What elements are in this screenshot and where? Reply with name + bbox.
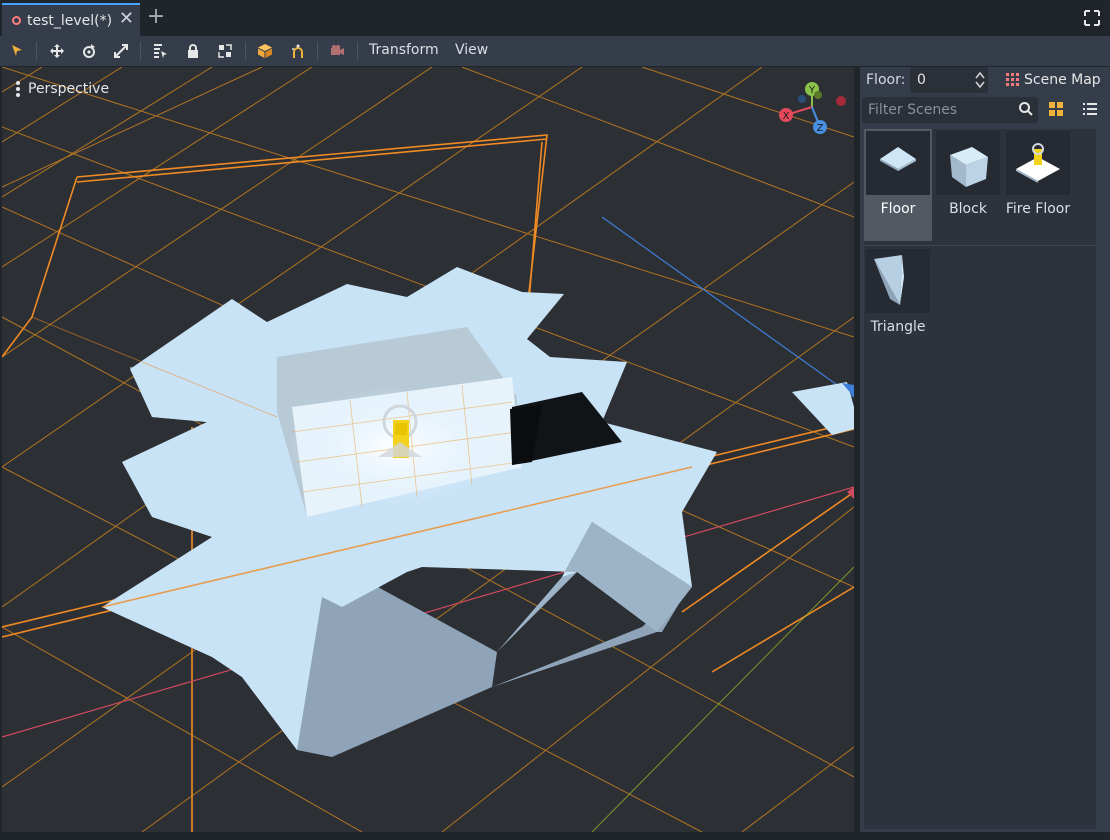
mesh-item-floor[interactable]: Floor — [864, 129, 932, 241]
mesh-item-triangle[interactable]: Triangle — [864, 247, 932, 359]
item-label: Block — [949, 201, 987, 217]
toolbar-separator — [245, 42, 246, 60]
scale-icon[interactable] — [111, 41, 131, 61]
camera-icon[interactable] — [327, 41, 347, 61]
filter-placeholder: Filter Scenes — [868, 102, 958, 118]
scene-map-label: Scene Map — [1024, 72, 1101, 88]
floor-value[interactable]: 0 — [917, 72, 926, 88]
transform-menu[interactable]: Transform — [369, 42, 439, 58]
scene-3d-icon — [12, 16, 21, 25]
scene-tab-label: test_level(*) — [27, 12, 113, 29]
floor-label: Floor: — [866, 72, 906, 88]
list-select-icon[interactable] — [150, 41, 170, 61]
z-axis-line — [601, 216, 854, 398]
3d-viewport[interactable]: Perspective Y X Z — [2, 67, 854, 832]
svg-text:X: X — [783, 111, 790, 122]
bottom-strip — [0, 832, 1110, 840]
spin-arrows-icon[interactable] — [975, 71, 985, 89]
row-separator — [864, 245, 1096, 246]
move-icon[interactable] — [47, 41, 67, 61]
orientation-gizmo[interactable]: Y X Z — [772, 79, 854, 149]
toolbar-separator — [36, 42, 37, 60]
triangle-thumbnail — [866, 249, 930, 313]
filter-scenes-input[interactable]: Filter Scenes — [862, 97, 1038, 123]
viewport-menu[interactable]: Perspective — [16, 79, 109, 99]
lock-icon[interactable] — [183, 41, 203, 61]
toolbar-separator — [357, 42, 358, 60]
mesh-item-fire-floor[interactable]: Fire Floor — [1004, 129, 1072, 241]
mesh-item-block[interactable]: Block — [934, 129, 1002, 241]
item-label: Floor — [880, 201, 916, 217]
view-menu[interactable]: View — [455, 42, 488, 58]
gridmap-palette: Floor: 0 Scene Map Filter Scenes Floor B… — [860, 67, 1110, 832]
item-label: Fire Floor — [1005, 201, 1071, 217]
block-thumbnail — [936, 131, 1000, 195]
search-icon — [1018, 101, 1034, 121]
select-icon[interactable] — [7, 41, 27, 61]
close-tab-icon[interactable]: ✕ — [119, 10, 134, 28]
snap-icon[interactable] — [255, 41, 275, 61]
svg-text:Z: Z — [817, 123, 824, 134]
scene-tab[interactable]: test_level(*) ✕ — [2, 3, 140, 36]
grid-map-icon — [1006, 73, 1019, 86]
toolbar-separator — [317, 42, 318, 60]
item-label: Triangle — [870, 319, 926, 335]
viewport-toolbar: Transform View — [0, 36, 1110, 66]
local-space-icon[interactable] — [288, 41, 308, 61]
rotate-icon[interactable] — [79, 41, 99, 61]
floor-thumbnail — [866, 131, 930, 195]
distraction-free-icon[interactable] — [1082, 8, 1102, 28]
kebab-icon — [16, 79, 20, 99]
scene-render — [2, 67, 854, 832]
add-tab-button[interactable]: + — [146, 6, 166, 28]
scene-map-button[interactable]: Scene Map — [1006, 72, 1101, 88]
group-icon[interactable] — [215, 41, 235, 61]
mesh-library-list: Floor Block Fire Floor Triangle — [864, 129, 1096, 829]
grid-view-icon[interactable] — [1048, 101, 1064, 121]
fire-floor-thumbnail — [1006, 131, 1070, 195]
toolbar-separator — [140, 42, 141, 60]
list-view-icon[interactable] — [1082, 101, 1098, 121]
scene-tab-bar: test_level(*) ✕ + — [0, 0, 1110, 36]
perspective-label: Perspective — [28, 81, 110, 97]
